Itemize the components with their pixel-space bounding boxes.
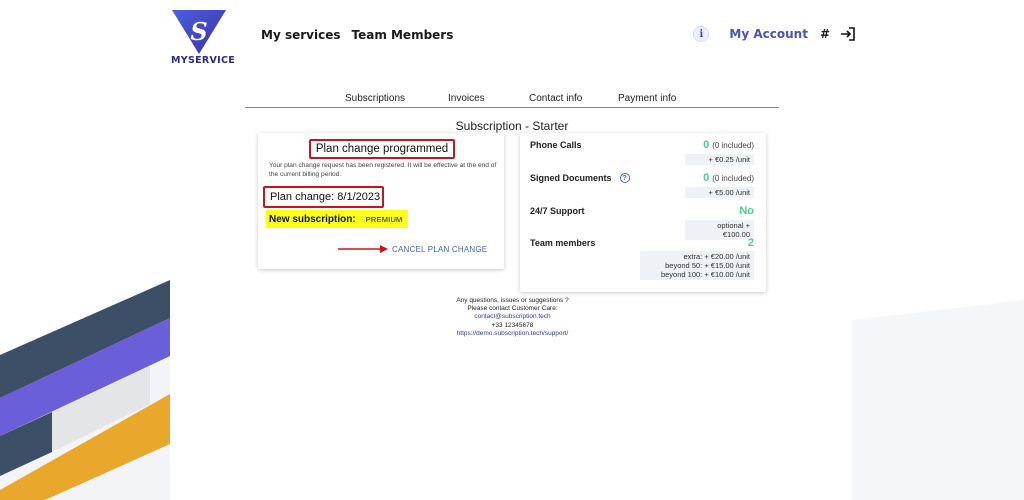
tab-contact-info[interactable]: Contact info	[529, 93, 582, 104]
plan-change-date: Plan change: 8/1/2023	[263, 186, 384, 208]
footer-email-link[interactable]: contact@subscription.tech	[380, 313, 645, 321]
feature-price-signed-documents: + €5.00 /unit	[685, 187, 754, 198]
help-icon[interactable]: ?	[619, 173, 630, 183]
hash-label: #	[819, 27, 830, 41]
feature-label-text: Phone Calls	[530, 140, 582, 150]
cancel-plan-change-button[interactable]: CANCEL PLAN CHANGE	[392, 245, 487, 254]
feature-price-phone-calls: + €0.25 /unit	[685, 154, 754, 165]
plan-change-title: Plan change programmed	[309, 139, 455, 159]
nav-my-services[interactable]: My services	[261, 28, 340, 42]
features-card: Phone Calls 0 (0 included) + €0.25 /unit…	[520, 133, 766, 292]
account-tabs: Subscriptions Invoices Contact info Paym…	[245, 91, 779, 108]
feature-label-support: 24/7 Support	[530, 206, 585, 216]
plan-change-card: Plan change programmed Your plan change …	[258, 133, 504, 269]
feature-label-text: 24/7 Support	[530, 206, 585, 216]
plan-change-description: Your plan change request has been regist…	[269, 162, 497, 178]
feature-value-number: 0	[703, 172, 710, 184]
feature-label-text: Team members	[530, 238, 596, 248]
main-nav: My services Team Members	[261, 28, 453, 42]
feature-label-team-members: Team members	[530, 238, 595, 248]
header-right: i My Account #	[693, 26, 856, 42]
subscription-title: Subscription - Starter	[455, 119, 569, 133]
footer-support-link[interactable]: https://demo.subscription.tech/support/	[380, 330, 645, 338]
feature-label-phone-calls: Phone Calls	[530, 140, 582, 150]
footer-contact: Any questions, issues or suggestions ? P…	[380, 297, 645, 338]
feature-label-text: Signed Documents	[530, 173, 612, 183]
logout-icon[interactable]	[840, 26, 856, 42]
info-icon[interactable]: i	[693, 26, 710, 42]
tab-invoices[interactable]: Invoices	[448, 93, 485, 104]
footer-line2: Please contact Customer Care:	[467, 305, 558, 313]
feature-value-signed-documents: 0 (0 included)	[703, 172, 754, 184]
logo-letter: S	[190, 17, 207, 46]
feature-included: (0 included)	[712, 141, 754, 150]
feature-value-support: No	[739, 205, 754, 217]
brand-name: MYSERVICE	[171, 55, 235, 66]
price-line: beyond 50: + €15.00 /unit	[665, 261, 750, 270]
price-line: beyond 100: + €10.00 /unit	[660, 270, 750, 279]
feature-value-team-members: 2	[748, 237, 754, 249]
feature-price-team-members: extra: + €20.00 /unit beyond 50: + €15.0…	[640, 251, 754, 280]
footer-line1: Any questions, issues or suggestions ?	[456, 297, 569, 304]
feature-included: (0 included)	[712, 174, 754, 183]
new-subscription-label: New subscription:	[269, 213, 356, 225]
feature-value-phone-calls: 0 (0 included)	[703, 139, 754, 151]
feature-label-signed-documents: Signed Documents ?	[530, 173, 630, 183]
price-line: extra: + €20.00 /unit	[683, 252, 750, 261]
brand-name-part2: SERVICE	[187, 55, 236, 66]
feature-value-number: No	[739, 205, 754, 217]
new-subscription: New subscription: PREMIUM	[266, 210, 408, 228]
tab-payment-info[interactable]: Payment info	[618, 93, 676, 104]
arrow-right-icon	[338, 245, 388, 253]
tab-subscriptions[interactable]: Subscriptions	[345, 93, 405, 104]
my-account-link[interactable]: My Account	[729, 27, 808, 41]
feature-price-support: optional + €100.00	[685, 220, 754, 240]
feature-value-number: 2	[747, 237, 754, 249]
footer-phone: +33 12345678	[491, 321, 534, 329]
new-subscription-value: PREMIUM	[365, 214, 403, 224]
nav-team-members[interactable]: Team Members	[351, 28, 453, 42]
brand-name-part1: MY	[171, 55, 188, 66]
feature-value-number: 0	[703, 139, 710, 151]
